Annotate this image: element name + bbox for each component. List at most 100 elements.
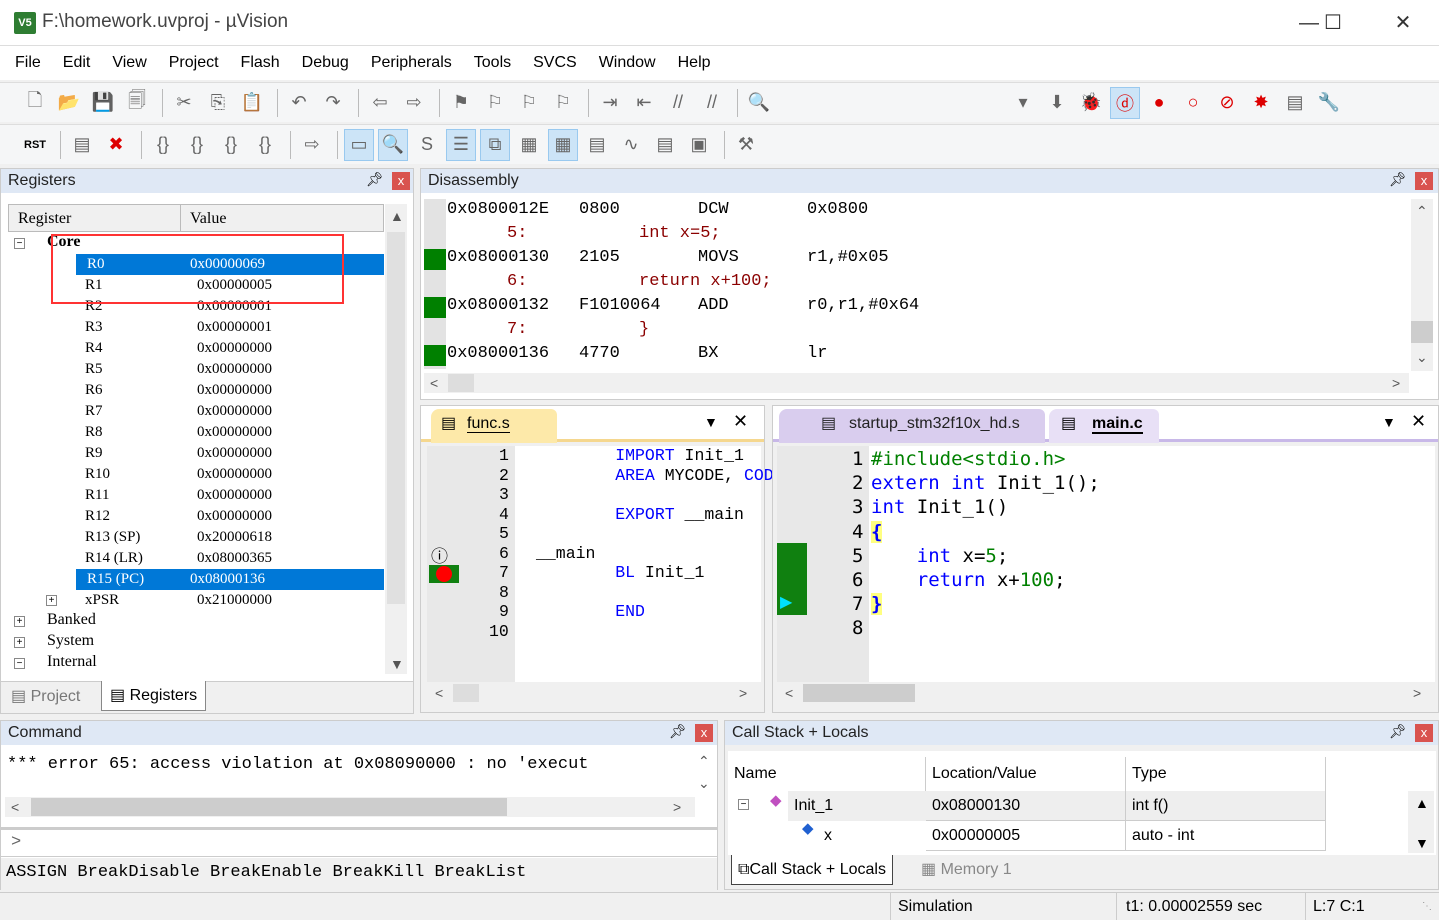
horizontal-scrollbar[interactable]: < > xyxy=(777,683,1435,703)
undo-button[interactable]: ↶ xyxy=(284,87,314,119)
unindent-button[interactable]: ⇤ xyxy=(629,87,659,119)
tab-func-s[interactable]: ▤ func.s xyxy=(431,409,557,443)
tab-dropdown-icon[interactable]: ▼ xyxy=(1382,414,1396,430)
disassembly-window-button[interactable]: 🔍 xyxy=(378,128,408,161)
register-row[interactable]: R8 0x00000000 xyxy=(8,422,384,443)
close-panel-button[interactable]: x xyxy=(1415,172,1433,190)
expand-system-icon[interactable]: + xyxy=(14,637,25,648)
row-value[interactable]: 0x00000005 xyxy=(926,821,1126,851)
code-line[interactable]: } xyxy=(871,592,883,616)
run-to-cursor-button[interactable]: {} xyxy=(250,129,280,161)
horizontal-scrollbar[interactable]: < > xyxy=(5,797,695,817)
menu-debug[interactable]: Debug xyxy=(291,54,360,72)
register-value[interactable]: 0x20000618 xyxy=(197,527,272,548)
menu-window[interactable]: Window xyxy=(588,54,667,72)
tab-startup[interactable]: ▤ startup_stm32f10x_hd.s xyxy=(779,409,1045,443)
register-row[interactable]: R12 0x00000000 xyxy=(8,506,384,527)
menu-project[interactable]: Project xyxy=(158,54,230,72)
redo-button[interactable]: ↷ xyxy=(318,87,348,119)
code-line[interactable]: END xyxy=(536,602,645,622)
code-line[interactable]: return x+100; xyxy=(871,568,1066,592)
register-value[interactable]: 0x08000365 xyxy=(197,548,272,569)
register-value[interactable]: 0x00000000 xyxy=(197,485,272,506)
register-row[interactable]: R5 0x00000000 xyxy=(8,359,384,380)
menu-view[interactable]: View xyxy=(101,54,157,72)
code-line[interactable]: BL Init_1 xyxy=(536,563,704,583)
register-value[interactable]: 0x00000000 xyxy=(197,422,272,443)
column-type[interactable]: Type xyxy=(1126,757,1326,791)
indent-button[interactable]: ⇥ xyxy=(595,87,625,119)
code-line[interactable]: int Init_1() xyxy=(871,495,1008,519)
code-line[interactable]: IMPORT Init_1 xyxy=(536,446,744,466)
navigate-back-button[interactable]: ⇦ xyxy=(365,87,395,119)
vertical-scrollbar[interactable]: ▲ ▼ xyxy=(1408,791,1434,853)
disable-breakpoints-button[interactable]: ⊘ xyxy=(1212,87,1242,119)
command-window-button[interactable]: ▭ xyxy=(344,128,374,161)
group-banked[interactable]: Banked xyxy=(47,611,96,629)
register-value[interactable]: 0x00000000 xyxy=(197,380,272,401)
register-value[interactable]: 0x00000000 xyxy=(197,443,272,464)
menu-flash[interactable]: Flash xyxy=(230,54,291,72)
row-value[interactable]: 0x08000130 xyxy=(926,791,1126,821)
load-button[interactable]: ⬇ xyxy=(1042,87,1072,119)
reset-button[interactable]: RST xyxy=(20,129,50,161)
toolbox-button[interactable]: ⚒ xyxy=(731,129,761,161)
stop-button[interactable]: ✖ xyxy=(101,129,131,161)
step-out-button[interactable]: {} xyxy=(216,129,246,161)
menu-help[interactable]: Help xyxy=(667,54,722,72)
paste-button[interactable]: 📋 xyxy=(237,87,267,119)
expand-banked-icon[interactable]: + xyxy=(14,616,25,627)
register-row[interactable]: R14 (LR) 0x08000365 xyxy=(8,548,384,569)
register-value[interactable]: 0x21000000 xyxy=(197,590,272,611)
column-name[interactable]: Name xyxy=(728,757,926,791)
comment-button[interactable]: // xyxy=(663,87,693,119)
register-value[interactable]: 0x00000000 xyxy=(197,338,272,359)
code-line[interactable]: { xyxy=(871,520,883,544)
analysis-window-button[interactable]: ∿ xyxy=(616,129,646,161)
expand-internal-icon[interactable]: − xyxy=(14,658,25,669)
window-layout-button[interactable]: ▤ xyxy=(1280,87,1310,119)
command-input[interactable]: > xyxy=(1,827,717,857)
close-tab-icon[interactable]: ✕ xyxy=(733,411,748,432)
code-line[interactable]: #include<stdio.h> xyxy=(871,447,1065,471)
close-button[interactable]: ✕ xyxy=(1380,8,1426,38)
group-system[interactable]: System xyxy=(47,632,94,650)
close-panel-button[interactable]: x xyxy=(695,724,713,742)
group-internal[interactable]: Internal xyxy=(47,653,97,671)
register-row[interactable]: R4 0x00000000 xyxy=(8,338,384,359)
find-in-files-button[interactable]: 🔍 xyxy=(744,87,774,119)
register-value[interactable]: 0x00000000 xyxy=(197,464,272,485)
close-panel-button[interactable]: x xyxy=(392,172,410,190)
register-row[interactable]: xPSR 0x21000000 xyxy=(8,590,384,611)
close-panel-button[interactable]: x xyxy=(1415,724,1433,742)
show-next-statement-button[interactable]: ⇨ xyxy=(297,129,327,161)
horizontal-scrollbar[interactable]: < > xyxy=(424,373,1409,393)
pin-icon[interactable]: 📌︎ xyxy=(1389,723,1407,740)
resize-grip-icon[interactable]: ⋱ xyxy=(1422,901,1432,912)
clear-bookmarks-button[interactable]: ⚐ xyxy=(548,87,578,119)
pin-icon[interactable]: 📌︎ xyxy=(366,171,384,188)
tab-project[interactable]: ▤ Project xyxy=(11,682,80,712)
navigate-forward-button[interactable]: ⇨ xyxy=(399,87,429,119)
configure-button[interactable]: 🔧 xyxy=(1314,87,1344,119)
insert-breakpoint-button[interactable]: ● xyxy=(1144,87,1174,119)
debug-session-button[interactable]: ⓓ xyxy=(1110,86,1140,119)
register-value[interactable]: 0x00000000 xyxy=(197,506,272,527)
bookmark-button[interactable]: ⚑ xyxy=(446,87,476,119)
register-row[interactable]: R15 (PC) 0x08000136 xyxy=(76,569,384,590)
register-row[interactable]: R10 0x00000000 xyxy=(8,464,384,485)
row-name[interactable]: x xyxy=(818,821,926,851)
cut-button[interactable]: ✂ xyxy=(169,87,199,119)
register-row[interactable]: R6 0x00000000 xyxy=(8,380,384,401)
memory-window-button[interactable]: ▦ xyxy=(548,128,578,161)
column-location[interactable]: Location/Value xyxy=(926,757,1126,791)
open-file-button[interactable]: 📂 xyxy=(54,87,84,119)
vertical-scrollbar[interactable]: ⌃ ⌄ xyxy=(1411,199,1433,371)
menu-edit[interactable]: Edit xyxy=(52,54,102,72)
vertical-scrollbar[interactable]: ▲ ▼ xyxy=(385,204,407,674)
menu-svcs[interactable]: SVCS xyxy=(522,54,588,72)
save-all-button[interactable]: 🗐 xyxy=(122,87,152,119)
horizontal-scrollbar[interactable]: < > xyxy=(427,683,761,703)
register-row[interactable]: R13 (SP) 0x20000618 xyxy=(8,527,384,548)
register-value[interactable]: 0x00000001 xyxy=(197,317,272,338)
